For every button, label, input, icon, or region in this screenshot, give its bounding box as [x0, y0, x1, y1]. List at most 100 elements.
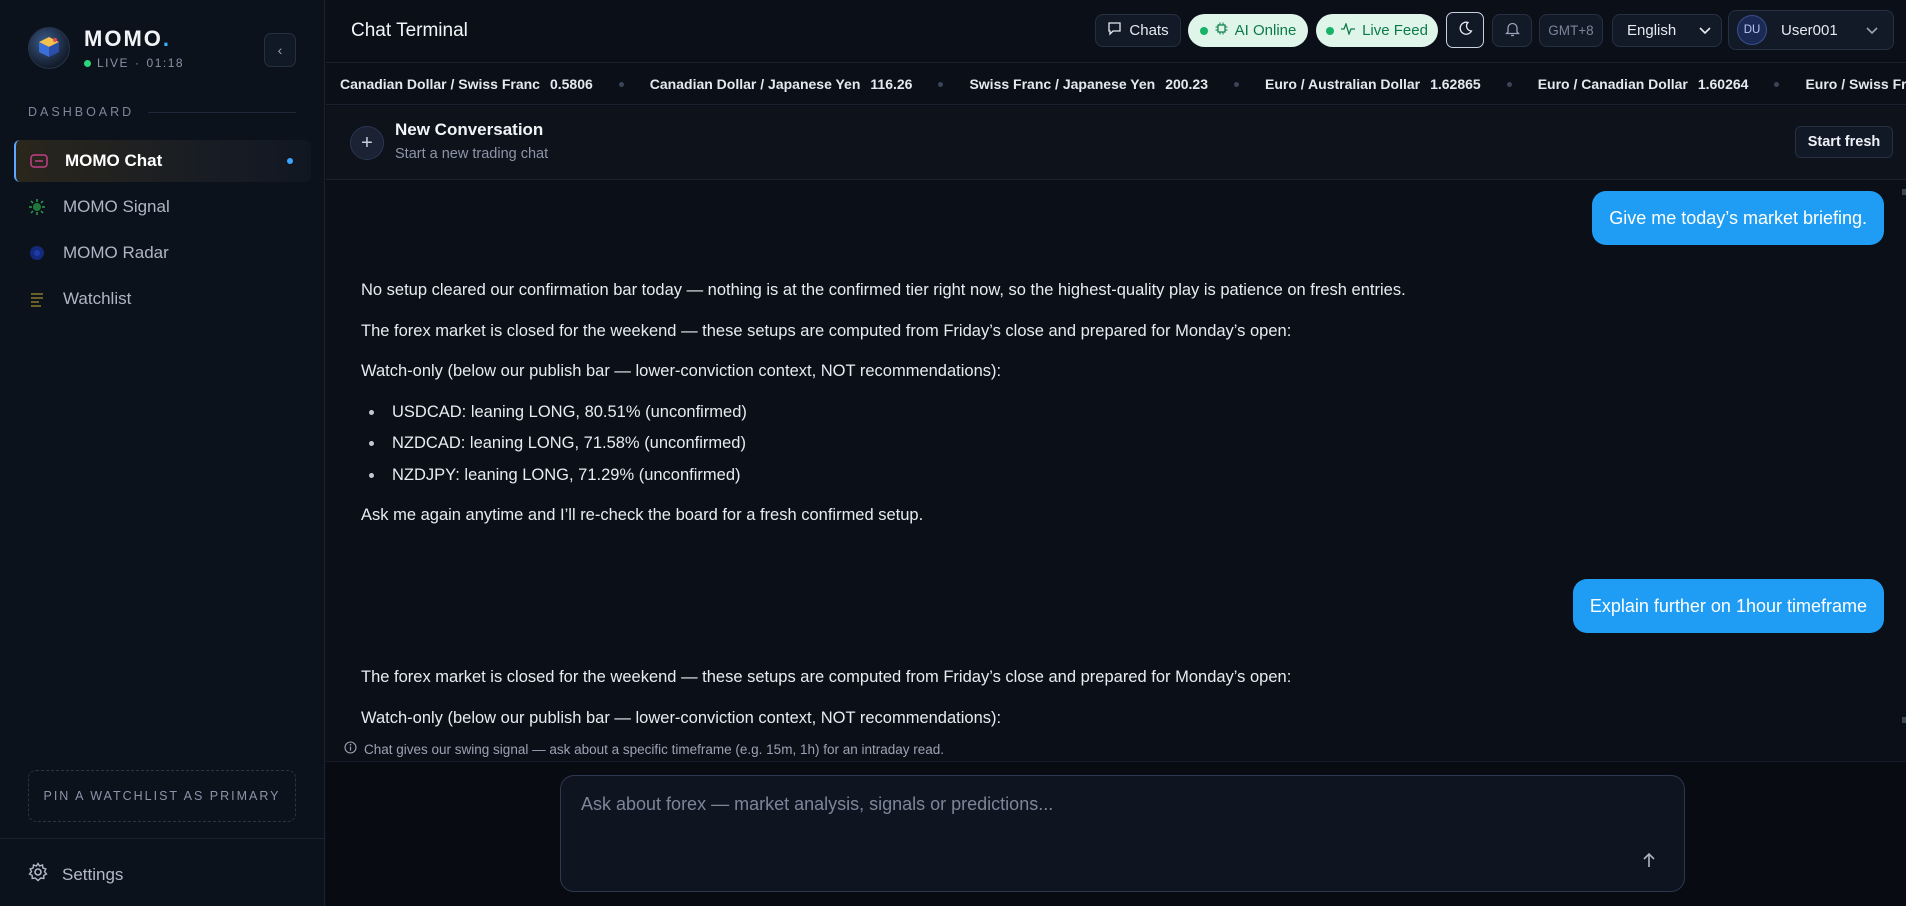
message-composer	[560, 775, 1685, 892]
sidebar-item-label: MOMO Chat	[65, 151, 163, 170]
page-title: Chat Terminal	[351, 20, 468, 41]
radar-icon	[28, 244, 46, 262]
send-button[interactable]	[1636, 849, 1662, 875]
ai-status-label: AI Online	[1234, 22, 1297, 39]
ticker-separator	[1506, 81, 1512, 87]
message-paragraph: The forex market is closed for the weeke…	[361, 321, 1292, 340]
price-ticker: Canadian Dollar / Swiss Franc 0.5806 Cana…	[326, 64, 1906, 105]
brand-name: MOMO.	[84, 26, 172, 51]
assistant-message: The forex market is closed for the weeke…	[361, 669, 1291, 750]
ticker-item[interactable]: Euro / Swiss Franc	[1805, 76, 1906, 92]
ticker-item[interactable]: Euro / Australian Dollar 1.62865	[1265, 76, 1481, 92]
message-icon	[1107, 21, 1122, 40]
topbar: Chat Terminal Chats AI Online Live Feed …	[326, 0, 1906, 63]
bell-icon	[1504, 21, 1520, 41]
theme-toggle-button[interactable]	[1446, 12, 1484, 48]
sidebar-item-momo-signal[interactable]: MOMO Signal	[14, 186, 311, 228]
ticker-track: Canadian Dollar / Swiss Franc 0.5806 Cana…	[340, 76, 1906, 92]
status-dot-icon	[1199, 26, 1208, 35]
live-status: LIVE · 01:18	[84, 56, 184, 70]
ticker-separator	[938, 81, 944, 87]
gear-icon	[28, 862, 48, 887]
chat-icon	[30, 152, 48, 170]
active-indicator-dot	[287, 158, 293, 164]
message-paragraph: No setup cleared our confirmation bar to…	[361, 281, 1406, 299]
list-item: NZDCAD: leaning LONG, 71.58% (unconfirme…	[361, 435, 1406, 452]
ai-status-badge: AI Online	[1188, 14, 1308, 47]
start-fresh-button[interactable]: Start fresh	[1795, 126, 1893, 158]
sidebar-divider	[0, 838, 325, 839]
cube-logo-icon	[39, 37, 59, 57]
sidebar-item-momo-radar[interactable]: MOMO Radar	[14, 232, 311, 274]
plus-icon: +	[361, 131, 373, 154]
list-item: USDCAD: leaning LONG, 80.51% (unconfirme…	[361, 403, 1406, 421]
timeframe-hint: Chat gives our swing signal — ask about …	[344, 741, 944, 757]
settings-link[interactable]: Settings	[28, 862, 123, 887]
conversation-subtitle: Start a new trading chat	[395, 146, 549, 162]
pin-watchlist-button[interactable]: PIN A WATCHLIST AS PRIMARY	[28, 770, 296, 822]
collapse-sidebar-button[interactable]: ‹	[264, 33, 296, 67]
scrollbar-down[interactable]	[1902, 717, 1906, 723]
ticker-separator	[618, 81, 624, 87]
conversation-title: New Conversation	[395, 120, 544, 139]
signal-icon	[28, 198, 46, 216]
assistant-message: No setup cleared our confirmation bar to…	[361, 282, 1406, 548]
user-menu[interactable]: DU User001	[1728, 10, 1894, 50]
watchlist-icon	[28, 290, 46, 308]
section-label-dashboard: DASHBOARD	[28, 105, 296, 119]
language-value: English	[1627, 22, 1677, 39]
sidebar-item-watchlist[interactable]: Watchlist	[14, 278, 311, 320]
live-clock: 01:18	[146, 56, 185, 70]
brand: MOMO. LIVE · 01:18	[28, 26, 184, 70]
brand-logo	[28, 27, 70, 69]
sidebar: MOMO. LIVE · 01:18 ‹ DASHBOARD MOMO Chat…	[0, 0, 325, 906]
ticker-item[interactable]: Canadian Dollar / Swiss Franc 0.5806	[340, 76, 593, 92]
ticker-item[interactable]: Canadian Dollar / Japanese Yen 116.26	[650, 76, 913, 92]
message-paragraph: Ask me again anytime and I’ll re-check t…	[361, 506, 924, 524]
chevron-down-icon	[1699, 22, 1711, 39]
message-input[interactable]	[581, 794, 1581, 815]
sidebar-item-label: MOMO Radar	[63, 243, 169, 262]
live-feed-badge: Live Feed	[1316, 14, 1438, 47]
sidebar-nav: MOMO Chat MOMO Signal MOMO Radar Watchli…	[14, 140, 311, 324]
chevron-left-icon: ‹	[277, 42, 283, 58]
pulse-icon	[1341, 22, 1356, 39]
sidebar-item-label: Watchlist	[63, 289, 132, 308]
settings-label: Settings	[62, 864, 124, 884]
language-select[interactable]: English	[1612, 14, 1722, 47]
chats-label: Chats	[1129, 22, 1169, 39]
timezone-selector[interactable]: GMT+8	[1539, 14, 1603, 47]
username: User001	[1781, 21, 1838, 39]
cpu-icon	[1215, 22, 1228, 39]
live-separator: ·	[135, 56, 141, 70]
live-feed-label: Live Feed	[1362, 22, 1428, 39]
user-message: Explain further on 1hour timeframe	[1572, 579, 1884, 633]
ticker-separator	[1234, 81, 1240, 87]
list-item: NZDJPY: leaning LONG, 71.29% (unconfirme…	[361, 466, 1406, 484]
moon-icon	[1458, 21, 1473, 40]
chevron-down-icon	[1866, 22, 1878, 39]
status-dot-icon	[1326, 26, 1335, 35]
sidebar-item-momo-chat[interactable]: MOMO Chat	[14, 140, 311, 182]
message-paragraph: Watch-only (below our publish bar — lowe…	[361, 708, 1002, 727]
new-conversation-button[interactable]: +	[350, 126, 384, 160]
chats-button[interactable]: Chats	[1095, 14, 1181, 47]
ticker-item[interactable]: Swiss Franc / Japanese Yen 200.23	[969, 76, 1208, 92]
conversation-header: + New Conversation Start a new trading c…	[326, 106, 1906, 180]
info-icon	[344, 741, 357, 757]
arrow-up-icon	[1642, 852, 1656, 873]
ticker-separator	[1774, 81, 1780, 87]
signal-list: USDCAD: leaning LONG, 80.51% (unconfirme…	[361, 403, 1406, 484]
user-message: Give me today’s market briefing.	[1592, 191, 1884, 245]
ticker-item[interactable]: Euro / Canadian Dollar 1.60264	[1538, 76, 1749, 92]
scrollbar-up[interactable]	[1902, 189, 1906, 195]
message-paragraph: Watch-only (below our publish bar — lowe…	[361, 362, 1002, 380]
notifications-button[interactable]	[1492, 14, 1532, 47]
live-dot-icon	[84, 59, 91, 67]
sidebar-item-label: MOMO Signal	[63, 197, 170, 216]
live-label: LIVE	[97, 56, 130, 70]
message-paragraph: The forex market is closed for the weeke…	[361, 668, 1292, 686]
hint-text: Chat gives our swing signal — ask about …	[364, 741, 945, 757]
chat-messages[interactable]: Give me today’s market briefing. No setu…	[326, 181, 1906, 756]
avatar: DU	[1737, 15, 1767, 45]
